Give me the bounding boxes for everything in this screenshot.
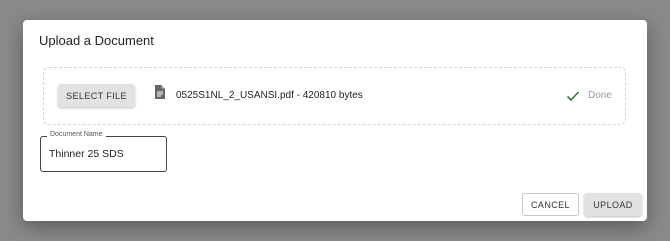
check-icon	[566, 89, 580, 103]
document-name-label: Document Name	[47, 131, 106, 138]
upload-button[interactable]: UPLOAD	[584, 193, 642, 216]
cancel-button[interactable]: CANCEL	[522, 193, 579, 216]
dialog-title: Upload a Document	[39, 33, 154, 48]
upload-dialog: Upload a Document SELECT FILE 0525S1NL_2…	[23, 20, 647, 221]
file-dropzone[interactable]: SELECT FILE 0525S1NL_2_USANSI.pdf - 4208…	[43, 67, 626, 125]
upload-status: Done	[588, 90, 612, 101]
file-icon	[154, 85, 166, 99]
document-name-value[interactable]: Thinner 25 SDS	[49, 148, 124, 160]
document-name-field[interactable]: Document Name Thinner 25 SDS	[40, 131, 167, 172]
file-info: 0525S1NL_2_USANSI.pdf - 420810 bytes	[176, 90, 363, 101]
select-file-button[interactable]: SELECT FILE	[58, 84, 135, 107]
